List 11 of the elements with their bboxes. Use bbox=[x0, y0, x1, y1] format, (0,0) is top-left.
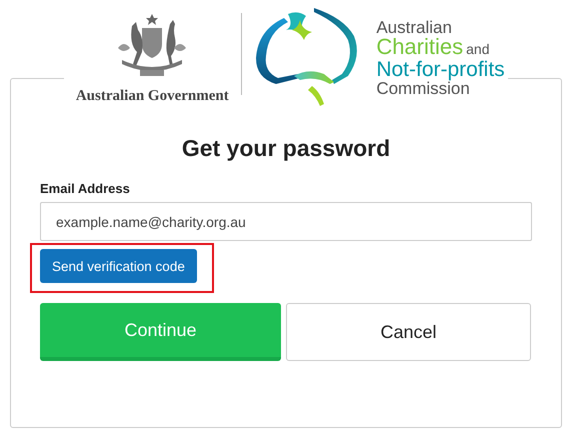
cancel-button[interactable]: Cancel bbox=[286, 303, 531, 361]
commission-name: Australian bbox=[376, 18, 453, 36]
commission-name: and bbox=[466, 42, 490, 56]
email-field[interactable]: example.name@charity.org.au bbox=[40, 202, 532, 241]
email-label: Email Address bbox=[40, 181, 131, 196]
commission-name: Not-for-profits bbox=[376, 58, 505, 80]
commission-name: Commission bbox=[376, 80, 470, 98]
send-code-button[interactable]: Send verification code bbox=[40, 249, 197, 283]
government-name: Australian Government bbox=[76, 88, 229, 104]
commission-name: Charities bbox=[376, 36, 464, 59]
form-title: Get your password bbox=[180, 135, 392, 162]
